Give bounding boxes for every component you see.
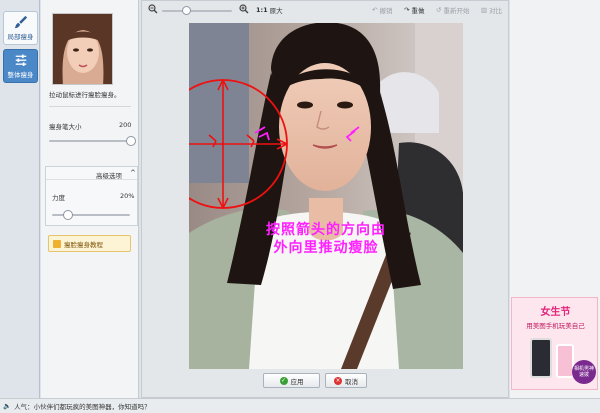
phone-image [530, 338, 552, 378]
sliders-icon [15, 54, 26, 66]
chevron-up-icon[interactable]: ^ [130, 169, 136, 177]
redo-button[interactable]: ↷ 重做 [404, 5, 424, 15]
annotation-line-2: 外向里推动瘦脸 [273, 240, 379, 256]
cancel-label: 取消 [345, 377, 358, 386]
zoom-in-icon [239, 4, 249, 14]
check-icon: ✓ [279, 376, 288, 385]
photo-canvas[interactable]: 按照箭头的方向由 外向里推动瘦脸 [189, 23, 463, 369]
zoom-ratio: 1:1 [256, 6, 268, 14]
compare-icon: ▥ [481, 6, 488, 14]
brush-icon [14, 15, 27, 29]
zoom-out-icon [148, 4, 158, 14]
preview-thumbnail [52, 13, 113, 85]
zoom-slider[interactable] [162, 10, 232, 12]
compare-button[interactable]: ▥ 对比 [481, 5, 502, 15]
tab-overall-slimming-label: 整体瘦身 [7, 71, 34, 79]
apply-button[interactable]: ✓ 应用 [263, 373, 320, 388]
instruction-annotation: 按照箭头的方向由 外向里推动瘦脸 [189, 221, 463, 257]
undo-label: 撤销 [379, 7, 393, 15]
tab-local-slimming-label: 局部瘦身 [7, 33, 34, 41]
thumbnail-caption: 拉动鼠标进行瘦脸瘦身。 [49, 91, 121, 99]
original-size-button[interactable]: 1:1 原大 [256, 5, 283, 15]
brush-size-slider-knob[interactable] [126, 136, 136, 146]
apply-label: 应用 [290, 377, 304, 386]
speaker-icon: 🔈 [3, 402, 12, 410]
tutorial-button[interactable]: 瘦脸瘦身教程 [48, 235, 131, 252]
brush-size-label: 瘦身笔大小 [49, 123, 82, 131]
restart-button[interactable]: ↺ 重新开始 [436, 5, 469, 15]
strength-value: 20% [120, 192, 135, 200]
redo-label: 重做 [411, 7, 425, 15]
promo-subtitle: 用美图手机玩美自己 [526, 322, 585, 330]
restart-icon: ↺ [436, 6, 442, 14]
restart-label: 重新开始 [443, 7, 470, 15]
promo-title: 女生节 [540, 307, 571, 318]
divider [49, 106, 131, 107]
tab-overall-slimming[interactable]: 整体瘦身 [3, 49, 38, 83]
brush-size-value: 200 [119, 121, 132, 129]
tab-local-slimming[interactable]: 局部瘦身 [3, 11, 38, 45]
editor-area: 1:1 原大 ↶ 撤销 ↷ 重做 ↺ 重新开始 ▥ 对比 按照箭头的方向由 外向… [141, 0, 509, 398]
zoom-in-button[interactable] [239, 4, 249, 14]
editor-toolbar: 1:1 原大 ↶ 撤销 ↷ 重做 ↺ 重新开始 ▥ 对比 [142, 1, 508, 20]
advanced-options-label: 高级选项 [96, 172, 122, 180]
status-text[interactable]: 人气：小伙伴们都玩疯的美图神器，你知道吗？ [14, 401, 151, 411]
undo-button[interactable]: ↶ 撤销 [372, 5, 392, 15]
mode-tab-strip: 局部瘦身 整体瘦身 [0, 0, 40, 398]
strength-label: 力度 [52, 194, 65, 202]
promo-banner[interactable]: 女生节 用美图手机玩美自己 相机男神速拨 [511, 297, 598, 390]
zoom-out-button[interactable] [148, 4, 158, 14]
original-size-label: 原大 [269, 7, 283, 15]
compare-label: 对比 [489, 7, 503, 15]
advanced-options-header[interactable]: 高级选项 ^ [46, 167, 137, 180]
strength-slider-knob[interactable] [62, 210, 73, 220]
zoom-slider-knob[interactable] [181, 6, 191, 15]
brush-size-slider[interactable] [49, 140, 131, 142]
redo-icon: ↷ [404, 6, 410, 14]
cancel-icon: × [334, 376, 342, 385]
promo-badge: 相机男神速拨 [572, 360, 596, 384]
cancel-button[interactable]: × 取消 [325, 373, 367, 388]
annotation-line-1: 按照箭头的方向由 [266, 222, 386, 238]
advanced-options-box: 高级选项 ^ 力度 20% [45, 166, 138, 226]
status-bar: 🔈 人气：小伙伴们都玩疯的美图神器，你知道吗？ [0, 398, 600, 413]
tutorial-icon [53, 239, 61, 248]
tutorial-label: 瘦脸瘦身教程 [64, 240, 103, 249]
undo-icon: ↶ [372, 6, 378, 14]
